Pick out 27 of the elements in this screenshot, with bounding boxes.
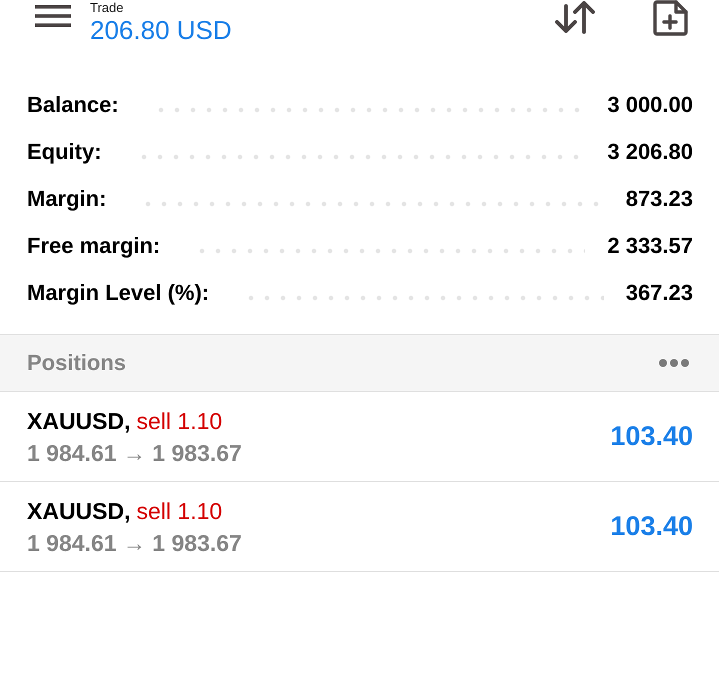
account-field-label: Margin: [27, 186, 106, 212]
account-field-value: 2 333.57 [607, 232, 693, 258]
account-balance: 206.80 USD [90, 15, 232, 45]
new-document-icon[interactable] [652, 0, 690, 36]
order-type-label: sell 1.10 [136, 496, 222, 526]
account-field-value: 3 206.80 [607, 138, 693, 164]
profit-value: 103.40 [610, 511, 693, 542]
symbol-label: XAUUSD, [27, 406, 131, 436]
account-field-label: Equity: [27, 138, 102, 164]
account-field-value: 367.23 [626, 280, 693, 306]
menu-icon[interactable] [35, 5, 71, 27]
screen-title: Trade [90, 0, 124, 15]
account-field-value: 3 000.00 [607, 92, 693, 118]
account-field-label: Balance: [27, 92, 119, 118]
order-type-label: sell 1.10 [136, 406, 222, 436]
section-title: Positions [27, 350, 126, 376]
account-field-label: Margin Level (%): [27, 280, 210, 306]
profit-value: 103.40 [610, 421, 693, 452]
symbol-label: XAUUSD, [27, 496, 131, 526]
position-row[interactable]: XAUUSD, sell 1.10 1 984.61 → 1 983.67 103.40 [0, 392, 719, 482]
account-field-value: 873.23 [626, 186, 693, 212]
position-row[interactable]: XAUUSD, sell 1.10 1 984.61 → 1 983.67 103.40 [0, 482, 719, 572]
price-change-text: 1 984.61 → 1 983.67 [27, 528, 242, 558]
account-field-label: Free margin: [27, 232, 160, 258]
sort-icon[interactable] [553, 0, 597, 34]
price-change-text: 1 984.61 → 1 983.67 [27, 438, 242, 468]
more-options-icon[interactable] [658, 358, 690, 368]
